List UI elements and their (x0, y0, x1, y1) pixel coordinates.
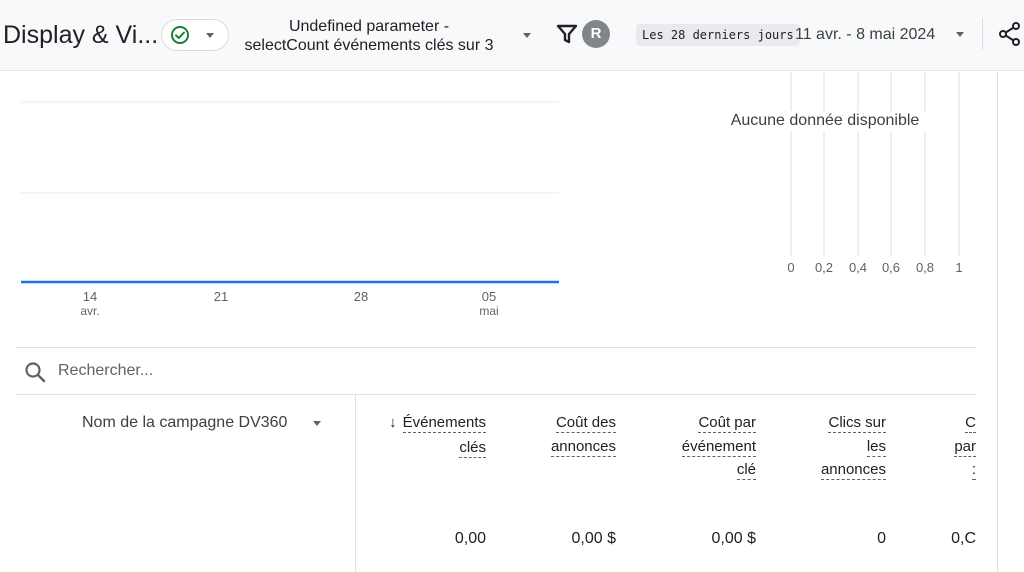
column-header-evenements-cles[interactable]: ↓ Événements clés (389, 411, 486, 459)
share-icon[interactable] (998, 21, 1022, 47)
bar-chart-gridlines (790, 72, 960, 256)
date-range-preset-chip[interactable]: Les 28 derniers jours (636, 24, 800, 46)
cell-value: 0,00 (454, 530, 486, 547)
column-header-line: les (866, 437, 886, 457)
comparison-line-1: Undefined parameter - (288, 18, 450, 35)
report-title[interactable]: Display & Vi... (3, 20, 158, 50)
x-tick-day: 14 (82, 289, 98, 304)
cell-value: 0 (877, 530, 886, 547)
line-chart-svg (21, 101, 559, 284)
x-tick-day: 05 (481, 289, 497, 304)
column-header-line: clés (459, 438, 486, 458)
column-header-line: clé (736, 461, 756, 480)
x-tick-label: 0,8 (915, 260, 935, 275)
x-tick-day: 28 (353, 289, 369, 304)
dimension-column-header[interactable]: Nom de la campagne DV360 (82, 413, 287, 433)
search-input[interactable] (58, 358, 458, 384)
x-tick-label: 0 (787, 260, 795, 275)
column-header-clics-annonces[interactable]: Clics sur les annonces (820, 411, 886, 482)
cell-value: 0,00 $ (711, 530, 756, 547)
column-header-line: C (965, 414, 976, 433)
avatar[interactable]: R (582, 20, 610, 48)
x-tick-label: 1 (955, 260, 963, 275)
x-tick-label: 21 (201, 290, 241, 304)
x-tick-month: mai (479, 304, 499, 318)
filter-icon[interactable] (556, 23, 578, 45)
bar-chart: Aucune donnée disponible 0 0,2 0,4 0,6 0… (700, 72, 1000, 302)
column-header-cout-annonces[interactable]: Coût des annonces (550, 411, 616, 458)
x-tick-label: 0,4 (848, 260, 868, 275)
cell-value: 0,00 $ (571, 530, 616, 547)
x-tick-day: 21 (213, 289, 229, 304)
report-header: Display & Vi... Undefined parameter - se… (0, 0, 1024, 71)
check-circle-icon (171, 26, 189, 44)
status-chip[interactable] (161, 19, 229, 51)
column-header-line: : (971, 461, 976, 480)
column-divider (355, 395, 356, 572)
x-tick-month: avr. (80, 304, 100, 318)
header-divider (982, 18, 983, 50)
x-tick-label: 28 (341, 290, 381, 304)
sort-descending-icon: ↓ (389, 414, 397, 431)
x-tick-label: 05 mai (469, 289, 509, 319)
column-header-line: annonces (550, 437, 616, 457)
x-tick-label: 0,6 (881, 260, 901, 275)
column-header-cout-par-evenement[interactable]: Coût par événement clé (681, 411, 756, 482)
column-header-line: événement (681, 437, 756, 457)
column-header-line: par (954, 437, 976, 457)
no-data-message: Aucune donnée disponible (716, 111, 934, 131)
comparison-line-2: selectCount événements clés sur 3 (244, 37, 494, 54)
column-header-line: Coût par (698, 414, 756, 433)
cell-value: 0,C (951, 530, 976, 547)
x-tick-label: 14 avr. (70, 289, 110, 319)
comparison-selector[interactable]: Undefined parameter - selectCount événem… (230, 17, 508, 55)
date-range-text[interactable]: 11 avr. - 8 mai 2024 (795, 24, 935, 46)
column-header-line: Événements (402, 414, 486, 433)
panel-right-border (997, 72, 998, 572)
dimension-chevron-down-icon[interactable] (313, 421, 321, 426)
column-header-line: Coût des (555, 414, 616, 433)
comparison-chevron-down-icon[interactable] (523, 33, 531, 38)
column-header-line: Clics sur (828, 414, 886, 433)
search-icon (25, 362, 46, 383)
x-tick-label: 0,2 (814, 260, 834, 275)
search-bar (16, 347, 976, 395)
date-range-chevron-down-icon[interactable] (956, 32, 964, 37)
chevron-down-icon (206, 33, 214, 38)
column-header-line: annonces (820, 461, 886, 480)
data-table: Nom de la campagne DV360 ↓ Événements clé… (16, 395, 976, 572)
line-chart: 14 avr. 21 28 05 mai (0, 72, 600, 322)
column-header-clipped[interactable]: C par : (954, 411, 976, 482)
